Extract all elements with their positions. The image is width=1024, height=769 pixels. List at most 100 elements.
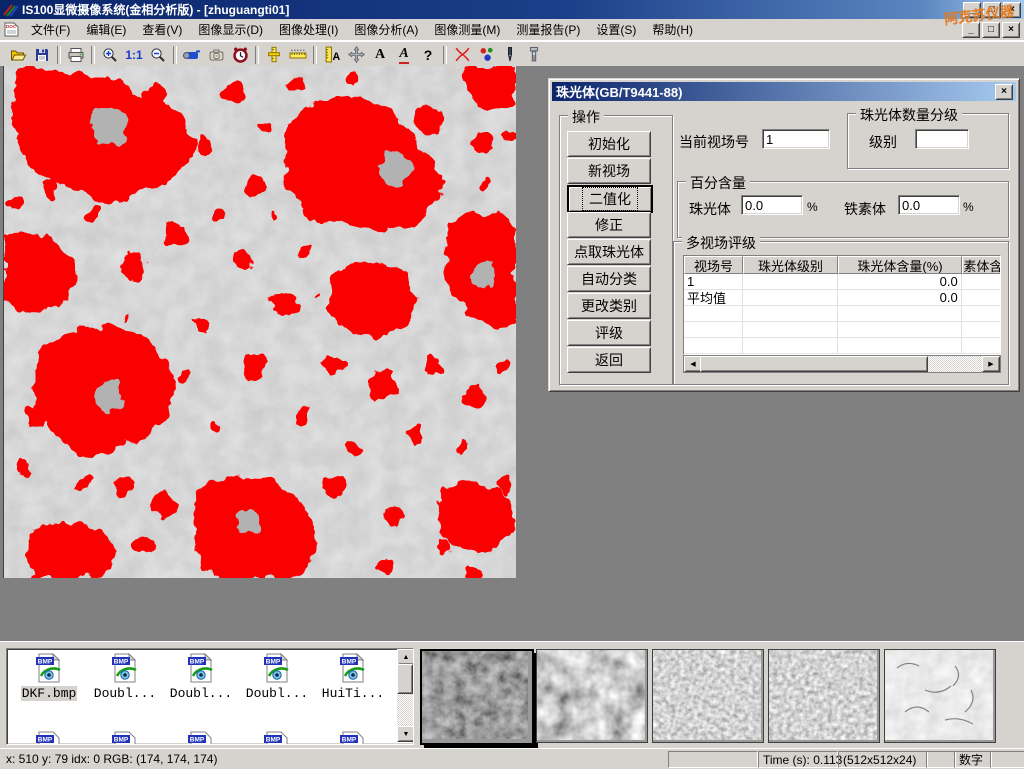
file-browser[interactable]: BMP DKF.bmp BMP Doubl... BMP Doubl... BM…	[6, 648, 414, 745]
scroll-up-button[interactable]: ▲	[397, 649, 414, 665]
caliper-button[interactable]	[262, 44, 286, 66]
cell-ferrite	[962, 274, 1001, 290]
curve-measure-button[interactable]	[450, 44, 474, 66]
file-item-row2[interactable]: BMP	[13, 731, 85, 745]
col-ferrite-content[interactable]: 铁素体含量(%)	[962, 256, 1001, 274]
save-button[interactable]	[30, 44, 54, 66]
file-item-row2[interactable]: BMP	[241, 731, 313, 745]
binarize-button[interactable]: 二值化	[567, 185, 653, 213]
pick-pearlite-button[interactable]: 点取珠光体	[567, 239, 651, 265]
menu-image-measure[interactable]: 图像测量(M)	[426, 19, 508, 40]
file-name[interactable]: DKF.bmp	[21, 686, 78, 701]
specimen-svg	[4, 66, 516, 578]
print-button[interactable]	[64, 44, 88, 66]
status-bar: x: 510 y: 79 idx: 0 RGB: (174, 174, 174)…	[0, 748, 1024, 769]
thumbnail-4[interactable]	[768, 649, 880, 743]
zoom-out-button[interactable]	[146, 44, 170, 66]
menu-report[interactable]: 测量报告(P)	[508, 19, 588, 40]
actual-size-button[interactable]: 1:1	[122, 44, 146, 66]
menu-image-display[interactable]: 图像显示(D)	[190, 19, 271, 40]
pen-button[interactable]	[498, 44, 522, 66]
file-name[interactable]: Doubl...	[169, 686, 233, 701]
move-cross-button[interactable]	[344, 44, 368, 66]
initialize-button[interactable]: 初始化	[567, 131, 651, 157]
hscroll-thumb[interactable]	[700, 356, 928, 372]
toolbar-separator	[255, 46, 259, 64]
file-name[interactable]: HuiTi...	[321, 686, 385, 701]
file-name[interactable]: Doubl...	[93, 686, 157, 701]
capture-camera-button[interactable]	[204, 44, 228, 66]
auto-classify-button[interactable]: 自动分类	[567, 266, 651, 292]
file-item-row2[interactable]: BMP	[89, 731, 161, 745]
table-hscrollbar[interactable]: ◀ ▶	[683, 355, 1001, 373]
menu-settings[interactable]: 设置(S)	[588, 19, 644, 40]
pearlite-input[interactable]	[741, 195, 803, 215]
multi-field-table[interactable]: 视场号 珠光体级别 珠光体含量(%) 铁素体含量(%) 1 0.0 平均值 0.…	[683, 255, 1001, 355]
thumbnail-5[interactable]	[884, 649, 996, 743]
capture-camera-icon	[208, 47, 225, 63]
menu-help[interactable]: 帮助(H)	[644, 19, 701, 40]
toolbar: 1:1 A A A ?	[0, 41, 1024, 67]
measure-label-button[interactable]: A	[320, 44, 344, 66]
change-class-button[interactable]: 更改类别	[567, 293, 651, 319]
svg-text:BMP: BMP	[114, 737, 129, 744]
open-icon	[10, 47, 27, 63]
col-field-no[interactable]: 视场号	[684, 256, 743, 274]
mdi-close-button[interactable]: ×	[1002, 22, 1020, 38]
document-icon[interactable]: DOC	[4, 22, 19, 37]
ferrite-label: 铁素体	[844, 199, 886, 219]
current-field-input[interactable]	[762, 129, 830, 149]
file-item-doubl1[interactable]: BMP Doubl...	[89, 653, 161, 701]
col-pearlite-grade[interactable]: 珠光体级别	[743, 256, 838, 274]
print-icon	[68, 47, 84, 63]
file-item-doubl3[interactable]: BMP Doubl...	[241, 653, 313, 701]
table-row[interactable]: 1 0.0	[684, 274, 1001, 290]
phase-dots-button[interactable]	[474, 44, 498, 66]
file-item-doubl2[interactable]: BMP Doubl...	[165, 653, 237, 701]
return-button[interactable]: 返回	[567, 347, 651, 373]
thumbnail-2[interactable]	[536, 649, 648, 743]
pearlite-percent-sign: %	[807, 200, 818, 214]
zoom-in-icon	[102, 47, 118, 63]
menu-image-analysis[interactable]: 图像分析(A)	[346, 19, 426, 40]
file-item-dkf[interactable]: BMP DKF.bmp	[13, 653, 85, 701]
grade-input[interactable]	[915, 129, 969, 149]
timer-button[interactable]	[228, 44, 252, 66]
bmp-file-icon: BMP	[111, 731, 139, 745]
ferrite-input[interactable]	[898, 195, 960, 215]
bmp-file-icon: BMP	[187, 653, 215, 683]
thumbnail-3[interactable]	[652, 649, 764, 743]
table-row[interactable]: 平均值 0.0	[684, 290, 1001, 306]
menu-file[interactable]: 文件(F)	[23, 19, 78, 40]
scroll-right-button[interactable]: ▶	[982, 356, 1000, 372]
video-camera-icon	[183, 47, 201, 63]
menu-view[interactable]: 查看(V)	[134, 19, 190, 40]
specimen-image[interactable]	[3, 66, 516, 578]
file-vscrollbar[interactable]: ▲ ▼	[397, 649, 413, 742]
correct-button[interactable]: 修正	[567, 212, 651, 238]
svg-text:BMP: BMP	[266, 737, 281, 744]
vscroll-thumb[interactable]	[397, 664, 413, 694]
zoom-in-button[interactable]	[98, 44, 122, 66]
rate-button[interactable]: 评级	[567, 320, 651, 346]
menu-edit[interactable]: 编辑(E)	[78, 19, 134, 40]
file-name[interactable]: Doubl...	[245, 686, 309, 701]
video-camera-button[interactable]	[180, 44, 204, 66]
dialog-close-button[interactable]: ×	[995, 84, 1013, 100]
help-button[interactable]: ?	[416, 44, 440, 66]
text-button[interactable]: A	[368, 44, 392, 66]
open-button[interactable]	[6, 44, 30, 66]
ruler-button[interactable]	[286, 44, 310, 66]
thumbnail-1-selected[interactable]	[420, 649, 534, 745]
scroll-down-button[interactable]: ▼	[397, 726, 414, 742]
file-item-row2[interactable]: BMP	[165, 731, 237, 745]
file-item-huiti[interactable]: BMP HuiTi...	[317, 653, 389, 701]
new-field-button[interactable]: 新视场	[567, 158, 651, 184]
measure-label-icon: A	[324, 46, 341, 63]
col-pearlite-content[interactable]: 珠光体含量(%)	[838, 256, 962, 274]
menu-image-process[interactable]: 图像处理(I)	[271, 19, 346, 40]
styled-text-button[interactable]: A	[392, 44, 416, 66]
file-item-row2[interactable]: BMP	[317, 731, 389, 745]
flashlight-button[interactable]	[522, 44, 546, 66]
dialog-title-bar[interactable]: 珠光体(GB/T9441-88)	[552, 82, 1016, 101]
